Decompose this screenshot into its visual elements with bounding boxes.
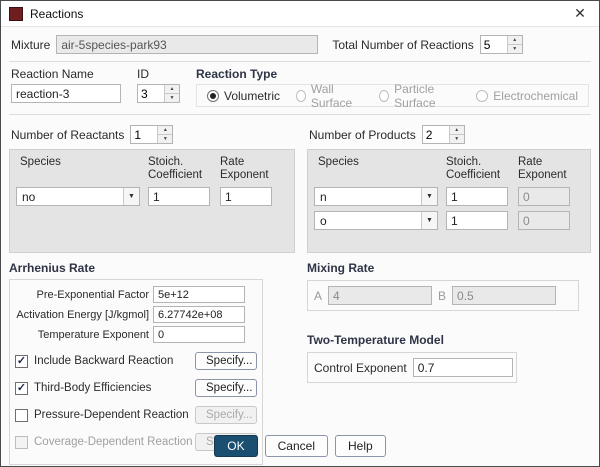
- product-stoich-input[interactable]: [446, 187, 508, 206]
- reaction-row: Reaction Name ID ▲▼ Reaction Type Volume…: [1, 65, 599, 111]
- col-stoich-coefficient: Stoich. Coefficient: [148, 156, 203, 181]
- mixture-row: Mixture Total Number of Reactions ▲▼: [1, 27, 599, 58]
- ok-button[interactable]: OK: [214, 435, 258, 457]
- activation-energy-input[interactable]: [153, 306, 245, 323]
- divider: [9, 114, 591, 115]
- spin-up-icon[interactable]: ▲: [449, 126, 464, 135]
- total-reactions-stepper[interactable]: ▲▼: [479, 35, 523, 54]
- temperature-exponent-label: Temperature Exponent: [37, 328, 149, 341]
- mixture-input: [56, 35, 319, 54]
- products-table: Species Stoich. Coefficient Rate Exponen…: [307, 149, 591, 253]
- specify-backward-button[interactable]: Specify...: [195, 352, 257, 370]
- third-body-row: Third-Body Efficiencies Specify...: [15, 379, 257, 397]
- col-rate-exponent: Rate Exponent: [220, 156, 269, 181]
- close-icon[interactable]: ✕: [569, 5, 591, 22]
- window-title: Reactions: [30, 6, 84, 21]
- spin-up-icon[interactable]: ▲: [507, 36, 522, 45]
- arrhenius-rate-heading: Arrhenius Rate: [9, 261, 96, 275]
- col-stoich-coefficient: Stoich. Coefficient: [446, 156, 501, 181]
- num-reactants-input[interactable]: [131, 126, 158, 143]
- reactions-dialog: Reactions ✕ Mixture Total Number of Reac…: [0, 0, 600, 467]
- activation-energy-label: Activation Energy [J/kgmol]: [16, 308, 149, 321]
- mixing-a-label: A: [314, 288, 323, 303]
- species-section: Number of Reactants ▲▼ Species Stoich. C…: [1, 118, 599, 253]
- product-rate-input: [518, 211, 570, 230]
- radio-icon: [476, 89, 489, 102]
- spin-down-icon[interactable]: ▼: [158, 135, 173, 143]
- radio-volumetric[interactable]: Volumetric: [207, 89, 280, 103]
- reactant-row: no ▼: [16, 187, 288, 206]
- app-icon: [9, 6, 23, 21]
- product-row: n ▼: [314, 187, 584, 206]
- control-exponent-label: Control Exponent: [314, 360, 407, 375]
- total-reactions-input[interactable]: [480, 36, 507, 53]
- reactant-stoich-input[interactable]: [148, 187, 210, 206]
- divider: [9, 61, 591, 62]
- pre-exponential-factor-label: Pre-Exponential Factor: [36, 288, 150, 301]
- rates-section: Arrhenius Rate Pre-Exponential Factor Ac…: [1, 253, 599, 465]
- specify-third-body-button[interactable]: Specify...: [195, 379, 257, 397]
- reaction-id-label: ID: [137, 67, 149, 81]
- num-products-stepper[interactable]: ▲▼: [421, 125, 465, 144]
- chevron-down-icon[interactable]: ▼: [421, 212, 437, 229]
- mixing-rate-heading: Mixing Rate: [307, 261, 375, 275]
- product-species-select[interactable]: o ▼: [314, 211, 438, 230]
- reaction-id-input[interactable]: [138, 85, 164, 102]
- backward-reaction-row: Include Backward Reaction Specify...: [15, 352, 257, 370]
- chevron-down-icon[interactable]: ▼: [421, 188, 437, 205]
- spin-down-icon[interactable]: ▼: [449, 135, 464, 143]
- reactant-rate-input[interactable]: [220, 187, 272, 206]
- mixing-b-label: B: [438, 288, 447, 303]
- cancel-button[interactable]: Cancel: [264, 435, 328, 457]
- product-rate-input: [518, 187, 570, 206]
- reaction-name-input[interactable]: [11, 84, 121, 103]
- help-button[interactable]: Help: [335, 435, 386, 457]
- total-reactions-label: Total Number of Reactions: [332, 37, 474, 52]
- num-products-label: Number of Products: [309, 127, 416, 142]
- third-body-efficiencies-checkbox[interactable]: [15, 381, 28, 395]
- radio-electrochemical: Electrochemical: [476, 89, 578, 103]
- titlebar: Reactions ✕: [1, 1, 599, 27]
- radio-particle-surface: Particle Surface: [379, 82, 460, 110]
- num-reactants-label: Number of Reactants: [11, 127, 125, 142]
- reaction-type-group: Volumetric Wall Surface Particle Surface…: [196, 82, 589, 110]
- col-species: Species: [20, 156, 61, 168]
- mixing-b-input: [452, 286, 557, 305]
- pre-exponential-factor-input[interactable]: [153, 286, 245, 303]
- pressure-dependent-checkbox[interactable]: [15, 408, 28, 422]
- specify-pressure-button: Specify...: [195, 406, 257, 424]
- temperature-exponent-input[interactable]: [153, 326, 245, 343]
- product-stoich-input[interactable]: [446, 211, 508, 230]
- spin-down-icon[interactable]: ▼: [165, 94, 179, 102]
- spin-down-icon[interactable]: ▼: [507, 45, 522, 53]
- dialog-footer: OK Cancel Help: [1, 435, 599, 457]
- col-rate-exponent: Rate Exponent: [518, 156, 567, 181]
- control-exponent-input[interactable]: [412, 358, 513, 377]
- radio-icon[interactable]: [207, 89, 219, 102]
- col-species: Species: [318, 156, 359, 168]
- reaction-type-heading: Reaction Type: [196, 67, 278, 81]
- radio-wall-surface: Wall Surface: [296, 82, 363, 110]
- include-backward-reaction-checkbox[interactable]: [15, 354, 28, 368]
- num-reactants-stepper[interactable]: ▲▼: [130, 125, 174, 144]
- two-temperature-heading: Two-Temperature Model: [307, 333, 444, 347]
- radio-icon: [379, 89, 390, 102]
- reactants-table: Species Stoich. Coefficient Rate Exponen…: [9, 149, 295, 253]
- mixture-label: Mixture: [11, 37, 51, 52]
- chevron-down-icon[interactable]: ▼: [123, 188, 139, 205]
- product-species-select[interactable]: n ▼: [314, 187, 438, 206]
- spin-up-icon[interactable]: ▲: [165, 85, 179, 94]
- pressure-dependent-row: Pressure-Dependent Reaction Specify...: [15, 406, 257, 424]
- mixing-a-input: [328, 286, 433, 305]
- reactant-species-select[interactable]: no ▼: [16, 187, 140, 206]
- mixing-rate-box: A B: [307, 280, 579, 311]
- product-row: o ▼: [314, 211, 584, 230]
- reaction-name-label: Reaction Name: [11, 67, 94, 81]
- radio-icon: [296, 89, 306, 102]
- reaction-id-stepper[interactable]: ▲▼: [137, 84, 180, 103]
- two-temperature-box: Control Exponent: [307, 352, 517, 383]
- spin-up-icon[interactable]: ▲: [158, 126, 173, 135]
- num-products-input[interactable]: [422, 126, 449, 143]
